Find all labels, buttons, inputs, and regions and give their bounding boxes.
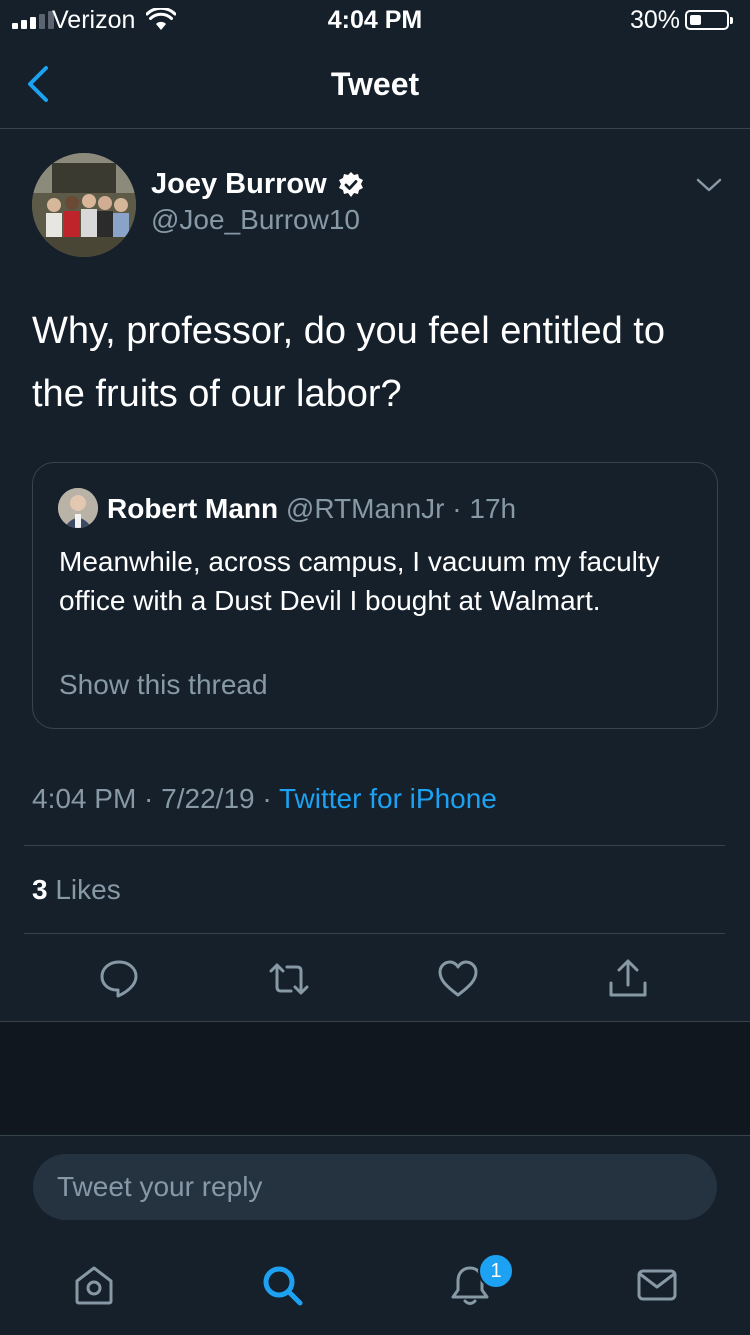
portrait-icon [58,488,98,528]
tweet-date: 7/22/19 [161,783,255,814]
group-photo-icon [32,153,136,257]
status-bar: Verizon 4:04 PM 30% [0,0,750,40]
reply-input[interactable]: Tweet your reply [33,1154,717,1220]
chevron-down-icon[interactable] [695,175,723,195]
likes-count-row[interactable]: 3 Likes [32,874,121,906]
tweet-meta: 4:04 PM · 7/22/19 · Twitter for iPhone [32,783,497,814]
quoted-age: 17h [469,493,517,524]
divider [24,845,725,846]
author-handle[interactable]: @Joe_Burrow10 [151,204,360,236]
page-title: Tweet [330,66,420,102]
battery-percent: 30% [630,6,681,34]
verified-badge-icon [338,171,363,197]
author-name[interactable]: Joey Burrow [151,168,327,201]
home-icon[interactable] [72,1263,116,1307]
quoted-author-handle: @RTMannJr [285,493,445,524]
share-icon[interactable] [606,957,650,1001]
battery-icon [685,10,733,30]
author-avatar[interactable] [32,153,136,257]
tweet-text: Why, professor, do you feel entitled to … [32,310,665,415]
nav-bar: Tweet [0,40,750,129]
tweet-time: 4:04 PM [32,783,137,814]
tweet-source-link[interactable]: Twitter for iPhone [279,783,497,814]
likes-count: 3 [32,874,48,905]
search-icon[interactable] [260,1263,304,1307]
reply-icon[interactable] [97,957,141,1001]
quoted-author-name: Robert Mann [107,493,279,524]
likes-label: Likes [55,874,121,905]
quoted-header: Robert Mann @RTMannJr · 17h [107,493,517,524]
quoted-text: Meanwhile, across campus, I vacuum my fa… [59,546,660,616]
notifications-badge: 1 [478,1253,514,1289]
show-thread-link[interactable]: Show this thread [59,669,268,701]
author-name-row[interactable]: Joey Burrow [151,168,365,201]
quoted-author-avatar [58,488,98,528]
quoted-tweet[interactable]: Robert Mann @RTMannJr · 17h Meanwhile, a… [32,462,718,729]
messages-envelope-icon[interactable] [635,1263,679,1307]
divider [24,933,725,934]
heart-icon[interactable] [436,957,480,1001]
retweet-icon[interactable] [267,957,311,1001]
